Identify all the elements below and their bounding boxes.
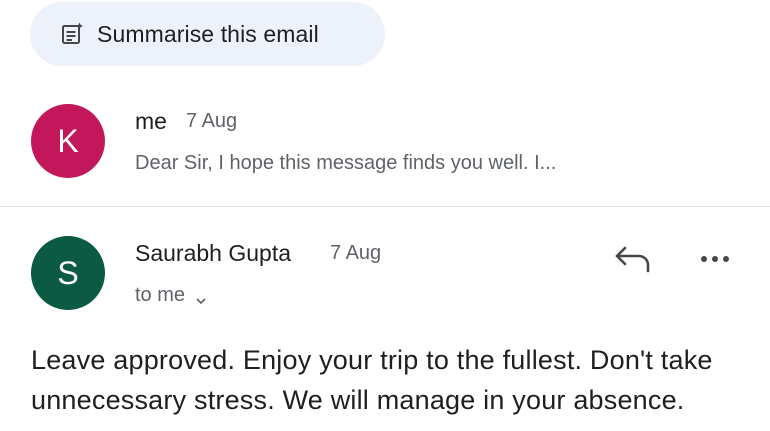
sender-name: me bbox=[135, 108, 167, 134]
avatar: K bbox=[31, 104, 105, 178]
summarise-icon bbox=[60, 22, 84, 46]
divider bbox=[0, 206, 770, 207]
avatar-letter: S bbox=[57, 254, 79, 291]
avatar-letter: K bbox=[57, 122, 79, 159]
more-options-button[interactable] bbox=[696, 244, 736, 274]
reply-icon bbox=[612, 246, 656, 282]
summarise-label: Summarise this email bbox=[97, 20, 319, 47]
message-date: 7 Aug bbox=[186, 110, 238, 132]
more-options-icon bbox=[696, 256, 736, 278]
summarise-email-button[interactable]: Summarise this email bbox=[30, 2, 385, 66]
avatar: S bbox=[31, 236, 105, 310]
message-date: 7 Aug bbox=[330, 242, 382, 264]
reply-button[interactable] bbox=[612, 240, 656, 278]
message-snippet: Dear Sir, I hope this message finds you … bbox=[135, 152, 557, 174]
recipient-details-toggle[interactable]: to me bbox=[135, 284, 207, 307]
message-body: Leave approved. Enjoy your trip to the f… bbox=[31, 345, 713, 415]
sender-name[interactable]: Saurabh Gupta bbox=[135, 240, 291, 267]
chevron-down-icon bbox=[195, 290, 207, 304]
recipient-label: to me bbox=[135, 284, 186, 306]
